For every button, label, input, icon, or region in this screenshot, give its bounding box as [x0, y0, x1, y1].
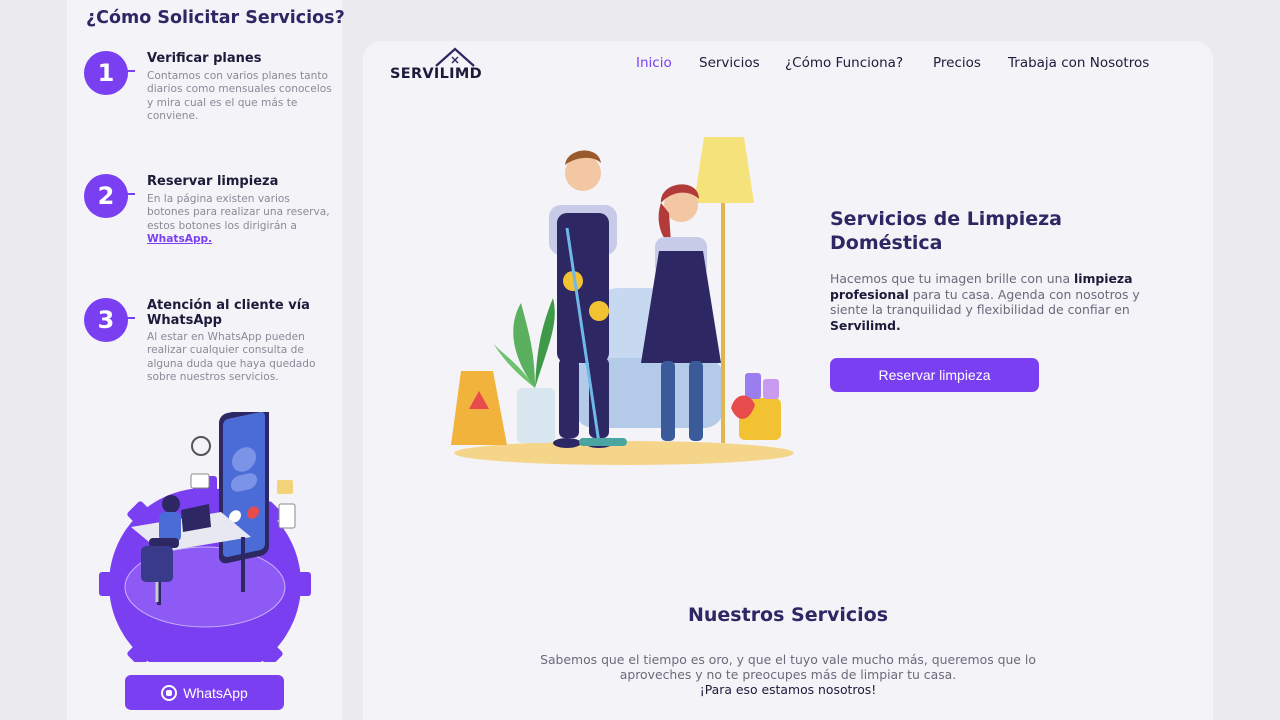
main-card: SERVILIMD Inicio Servicios ¿Cómo Funcion…: [363, 41, 1213, 720]
how-to-sidebar: ¿Cómo Solicitar Servicios? 1 Verificar p…: [67, 0, 345, 720]
hero-text-1: Hacemos que tu imagen brille con una: [830, 271, 1074, 286]
step-desc-1: Contamos con varios planes tanto diarios…: [147, 70, 332, 123]
site-logo[interactable]: SERVILIMD: [390, 46, 482, 86]
step-number-3: 3: [84, 298, 135, 342]
services-title: Nuestros Servicios: [687, 604, 889, 626]
hero-description: Hacemos que tu imagen brille con una lim…: [830, 271, 1160, 333]
step-desc-2-text: En la página existen varios botones para…: [147, 193, 330, 232]
whatsapp-icon: [161, 684, 178, 701]
step-number-1: 1: [84, 51, 135, 95]
cleaning-staff-illustration: [451, 137, 794, 465]
reserve-cleaning-button[interactable]: Reservar limpieza: [830, 358, 1039, 392]
step-desc-2: En la página existen varios botones para…: [147, 193, 332, 247]
logo-text: SERVILIMD: [390, 66, 482, 82]
step-title-1: Verificar planes: [147, 51, 262, 66]
nav-trabaja-con-nosotros[interactable]: Trabaja con Nosotros: [1008, 55, 1149, 71]
step-2: 2 Reservar limpieza En la página existen…: [84, 174, 334, 264]
step-number-2: 2: [84, 174, 135, 218]
step-title-2: Reservar limpieza: [147, 174, 279, 189]
whatsapp-link[interactable]: WhatsApp.: [147, 233, 212, 245]
nav-como-funciona[interactable]: ¿Cómo Funciona?: [785, 55, 903, 71]
nav-servicios[interactable]: Servicios: [699, 55, 760, 71]
services-description: Sabemos que el tiempo es oro, y que el t…: [540, 652, 1036, 682]
step-1: 1 Verificar planes Contamos con varios p…: [84, 51, 334, 141]
services-tagline: ¡Para eso estamos nosotros!: [699, 682, 877, 697]
customer-support-illustration: [99, 412, 311, 662]
nav-precios[interactable]: Precios: [933, 55, 981, 71]
whatsapp-button[interactable]: WhatsApp: [125, 675, 284, 710]
step-title-3: Atención al cliente vía WhatsApp: [147, 298, 310, 328]
step-desc-3: Al estar en WhatsApp pueden realizar cua…: [147, 331, 316, 384]
step-3: 3 Atención al cliente vía WhatsApp Al es…: [84, 298, 334, 408]
hero-text-bold-2: Servilimd.: [830, 317, 901, 333]
nav-inicio[interactable]: Inicio: [636, 55, 672, 71]
hero-title: Servicios de Limpieza Doméstica: [830, 208, 1062, 254]
whatsapp-button-label: WhatsApp: [183, 684, 248, 701]
sidebar-title: ¿Cómo Solicitar Servicios?: [86, 8, 345, 28]
house-roof-logo-icon: [435, 47, 475, 67]
